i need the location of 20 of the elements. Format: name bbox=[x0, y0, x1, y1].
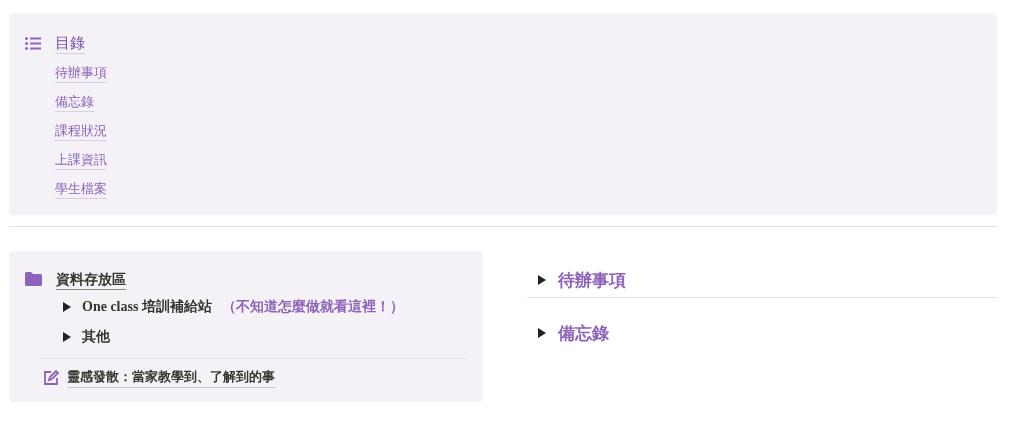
toc-link[interactable]: 學生檔案 bbox=[55, 179, 107, 199]
list-icon bbox=[25, 37, 41, 50]
toc-link[interactable]: 待辦事項 bbox=[55, 63, 107, 83]
toc-link[interactable]: 上課資訊 bbox=[55, 150, 107, 170]
toggle-heading: 待辦事項 bbox=[558, 269, 626, 292]
toc-link[interactable]: 備忘錄 bbox=[55, 92, 94, 112]
toc-title[interactable]: 目錄 bbox=[55, 33, 85, 54]
caret-icon[interactable] bbox=[537, 275, 547, 285]
toggle-note: （不知道怎麼做就看這裡！） bbox=[221, 298, 404, 316]
toggle-label: 其他 bbox=[82, 328, 110, 346]
toggle-label: One class 培訓補給站 bbox=[82, 298, 212, 316]
caret-icon[interactable] bbox=[62, 302, 72, 312]
storage-title[interactable]: 資料存放區 bbox=[56, 269, 126, 290]
edit-icon bbox=[43, 369, 59, 386]
folder-icon bbox=[25, 272, 42, 286]
caret-icon[interactable] bbox=[537, 328, 547, 338]
toggle-heading: 備忘錄 bbox=[558, 322, 609, 345]
caret-icon[interactable] bbox=[62, 332, 72, 342]
page-link[interactable]: 靈感發散：當家教學到、了解到的事 bbox=[67, 367, 275, 388]
toc-link[interactable]: 課程狀況 bbox=[55, 121, 107, 141]
